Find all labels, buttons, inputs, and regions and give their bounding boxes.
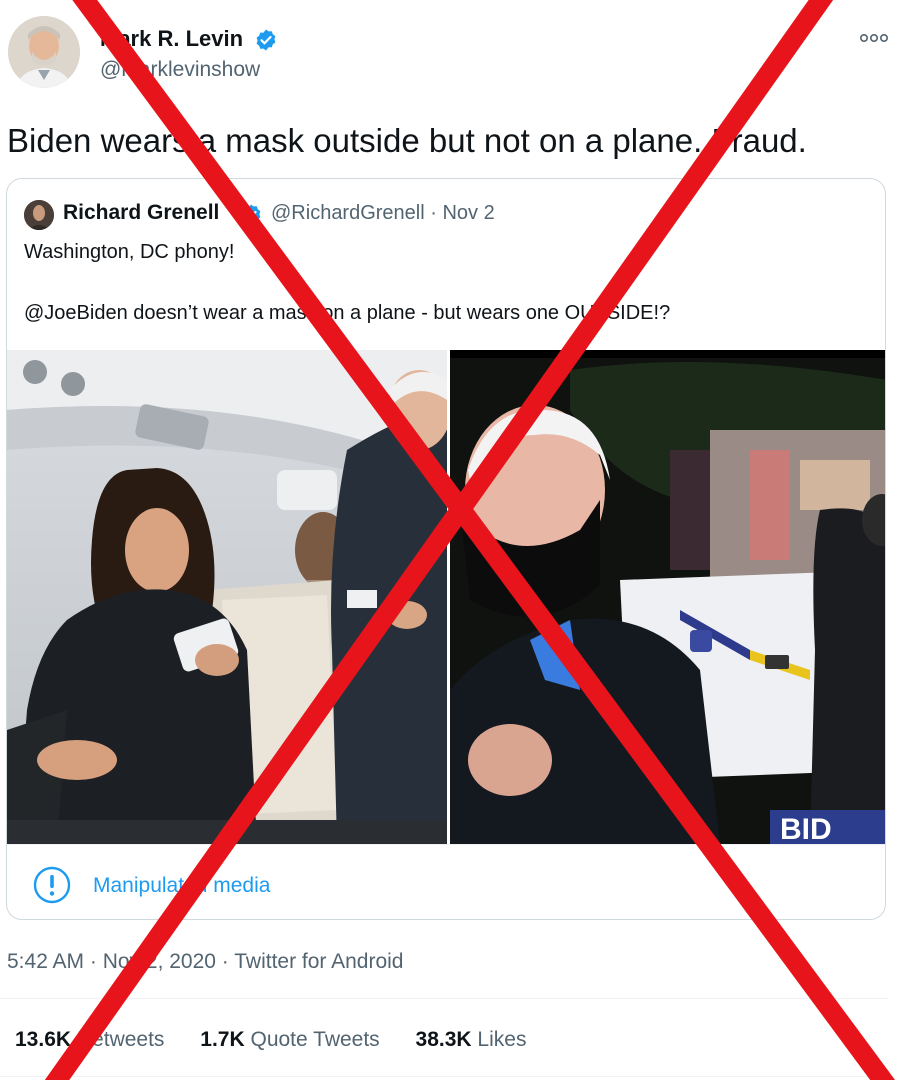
quoted-handle-date[interactable]: @RichardGrenell · Nov 2 <box>271 202 495 225</box>
quoted-tweet[interactable]: Richard Grenell @RichardGrenell · Nov 2 … <box>6 178 886 920</box>
exclamation-circle-icon <box>33 866 71 904</box>
photo-airplane-cabin[interactable] <box>7 350 447 844</box>
tweet-timestamp[interactable]: 5:42 AM · Nov 2, 2020 · Twitter for Andr… <box>7 950 403 974</box>
quoted-author-name[interactable]: Richard Grenell <box>63 201 219 225</box>
manipulated-media-label[interactable]: Manipulated media <box>93 874 270 898</box>
author-avatar[interactable] <box>8 16 80 88</box>
likes-label: Likes <box>477 1028 527 1051</box>
verified-badge-icon <box>241 204 261 226</box>
retweets-stat[interactable]: 13.6K Retweets <box>15 1028 164 1051</box>
quoted-media[interactable]: BID <box>7 350 885 844</box>
retweets-count: 13.6K <box>15 1028 72 1051</box>
likes-count: 38.3K <box>415 1028 472 1051</box>
quoted-author-avatar[interactable] <box>24 200 54 230</box>
tweet-text: Biden wears a mask outside but not on a … <box>7 122 807 159</box>
photo-caption-text: BID <box>780 813 832 844</box>
tweet-header: Mark R. Levin @marklevinshow <box>0 0 903 100</box>
quote-tweets-stat[interactable]: 1.7K Quote Tweets <box>200 1028 379 1051</box>
quote-tweets-label: Quote Tweets <box>250 1028 380 1051</box>
quoted-text-line-2: @JoeBiden doesn’t wear a mask on a plane… <box>24 302 671 324</box>
quoted-text-line-1: Washington, DC phony! <box>24 241 235 263</box>
tweet-stats: 13.6K Retweets 1.7K Quote Tweets 38.3K L… <box>15 1028 556 1052</box>
manipulated-media-notice[interactable]: Manipulated media <box>7 844 885 919</box>
photo-outdoor-biden[interactable]: BID <box>450 350 885 844</box>
more-horizontal-icon[interactable] <box>859 30 889 46</box>
divider <box>0 998 888 999</box>
divider <box>0 1076 888 1077</box>
likes-stat[interactable]: 38.3K Likes <box>416 1028 527 1051</box>
verified-badge-icon <box>256 29 276 51</box>
author-handle[interactable]: @marklevinshow <box>100 58 260 82</box>
quote-tweets-count: 1.7K <box>200 1028 245 1051</box>
author-name[interactable]: Mark R. Levin <box>100 26 243 52</box>
retweets-label: Retweets <box>76 1028 165 1051</box>
